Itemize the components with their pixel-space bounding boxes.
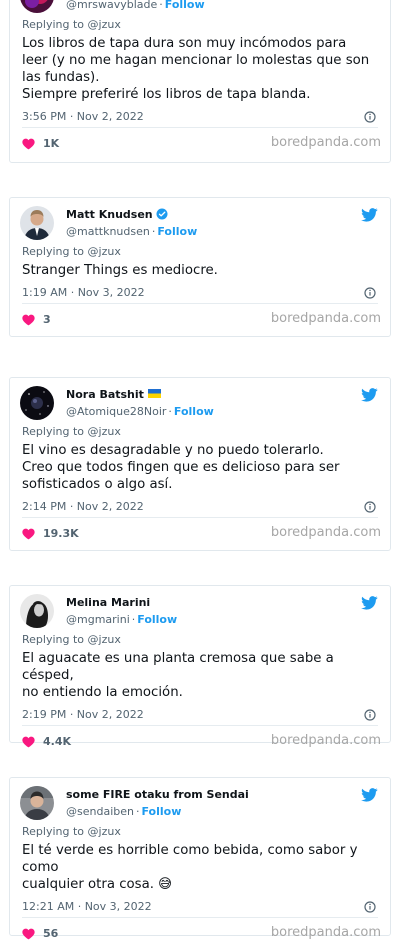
heart-icon[interactable]	[22, 138, 35, 150]
twitter-bird-icon[interactable]	[361, 208, 378, 222]
replying-to: Replying to @jzux	[22, 245, 121, 258]
display-name[interactable]: Matt Knudsen	[66, 208, 153, 221]
timestamp[interactable]: 12:21 AM · Nov 3, 2022	[22, 900, 152, 913]
follow-button[interactable]: Follow	[165, 0, 205, 11]
tweet-footer: 19.3K boredpanda.com	[10, 518, 390, 548]
like-count: 3	[43, 313, 51, 326]
tweet-header: Melina Marini @mgmarini · Follow	[10, 586, 390, 632]
handle-line: @mrswavyblade · Follow	[66, 0, 205, 11]
timestamp[interactable]: 1:19 AM · Nov 3, 2022	[22, 286, 145, 299]
source-watermark: boredpanda.com	[270, 525, 381, 540]
tweet-meta: 1:19 AM · Nov 3, 2022	[22, 283, 378, 304]
info-icon[interactable]	[364, 111, 376, 123]
twitter-bird-icon[interactable]	[361, 596, 378, 610]
source-watermark: boredpanda.com	[270, 135, 381, 150]
follow-button[interactable]: Follow	[141, 805, 181, 818]
replying-to: Replying to @jzux	[22, 825, 121, 838]
display-name[interactable]: some FIRE otaku from Sendai	[66, 788, 249, 801]
tweet-header: Matt Knudsen @mattknudsen · Follow	[10, 198, 390, 244]
tweet-text: El té verde es horrible como bebida, com…	[22, 843, 358, 892]
like-count: 56	[43, 927, 59, 940]
source-watermark: boredpanda.com	[270, 311, 381, 326]
heart-icon[interactable]	[22, 314, 35, 326]
tweet-text: El aguacate es una planta cremosa que sa…	[22, 651, 334, 700]
avatar[interactable]	[20, 206, 54, 240]
handle[interactable]: @mrswavyblade	[66, 0, 157, 11]
tweet-text: Los libros de tapa dura son muy incómodo…	[22, 36, 370, 102]
tweet-meta: 3:56 PM · Nov 2, 2022	[22, 107, 378, 128]
twitter-bird-icon[interactable]	[361, 388, 378, 402]
replying-to: Replying to @jzux	[22, 18, 121, 31]
handle[interactable]: @mattknudsen	[66, 225, 150, 238]
avatar[interactable]	[20, 386, 54, 420]
twitter-bird-icon[interactable]	[361, 788, 378, 802]
ukraine-flag-icon	[147, 389, 161, 398]
handle-line: @mattknudsen · Follow	[66, 225, 198, 238]
avatar[interactable]	[20, 786, 54, 820]
tweet-header: Nora Batshit @Atomique28Noir · Follow	[10, 378, 390, 424]
timestamp[interactable]: 3:56 PM · Nov 2, 2022	[22, 110, 144, 123]
follow-button[interactable]: Follow	[174, 405, 214, 418]
tweet-text: Stranger Things es mediocre.	[22, 263, 218, 278]
info-icon[interactable]	[364, 709, 376, 721]
tweet-card: Matt Knudsen @mattknudsen · Follow Replyin…	[9, 197, 391, 337]
handle[interactable]: @mgmarini	[66, 613, 130, 626]
handle-line: @mgmarini · Follow	[66, 613, 178, 626]
tweet-header: some FIRE otaku from Sendai @sendaiben · F…	[10, 778, 390, 824]
timestamp[interactable]: 2:14 PM · Nov 2, 2022	[22, 500, 144, 513]
tweet-footer: 56 boredpanda.com	[10, 918, 390, 948]
tweet-text: El vino es desagradable y no puedo toler…	[22, 443, 340, 492]
tweet-card: some FIRE otaku from Sendai @sendaiben · F…	[9, 777, 391, 940]
display-name[interactable]: Melina Marini	[66, 596, 150, 609]
heart-icon[interactable]	[22, 528, 35, 540]
replying-to: Replying to @jzux	[22, 425, 121, 438]
tweet-meta: 12:21 AM · Nov 3, 2022	[22, 897, 378, 918]
display-name[interactable]: Nora Batshit	[66, 388, 144, 401]
tweet-meta: 2:19 PM · Nov 2, 2022	[22, 705, 378, 726]
tweet-header: @mrswavyblade · Follow	[10, 0, 390, 17]
info-icon[interactable]	[364, 901, 376, 913]
tweet-footer: 3 boredpanda.com	[10, 304, 390, 334]
handle-line: @Atomique28Noir · Follow	[66, 405, 214, 418]
handle[interactable]: @sendaiben	[66, 805, 134, 818]
follow-button[interactable]: Follow	[137, 613, 177, 626]
like-count: 1K	[43, 137, 60, 150]
timestamp[interactable]: 2:19 PM · Nov 2, 2022	[22, 708, 144, 721]
tweet-card: Melina Marini @mgmarini · Follow Replying …	[9, 585, 391, 748]
display-name-line: Nora Batshit	[66, 388, 161, 401]
tweet-meta: 2:14 PM · Nov 2, 2022	[22, 497, 378, 518]
tweet-card: @mrswavyblade · Follow Replying to @jzux L…	[9, 0, 391, 163]
handle[interactable]: @Atomique28Noir	[66, 405, 166, 418]
follow-button[interactable]: Follow	[157, 225, 197, 238]
tweet-footer: 4.4K boredpanda.com	[10, 726, 390, 756]
source-watermark: boredpanda.com	[270, 733, 381, 748]
like-count: 4.4K	[43, 735, 72, 748]
source-watermark: boredpanda.com	[270, 925, 381, 940]
replying-to: Replying to @jzux	[22, 633, 121, 646]
tweet-card: Nora Batshit @Atomique28Noir · Follow Repl…	[9, 377, 391, 551]
handle-line: @sendaiben · Follow	[66, 805, 182, 818]
display-name-line: Melina Marini	[66, 596, 150, 609]
verified-badge-icon	[156, 208, 168, 220]
like-count: 19.3K	[43, 527, 79, 540]
info-icon[interactable]	[364, 501, 376, 513]
display-name-line: some FIRE otaku from Sendai	[66, 788, 249, 801]
avatar[interactable]	[20, 594, 54, 628]
tweet-footer: 1K boredpanda.com	[10, 128, 390, 158]
avatar[interactable]	[20, 0, 54, 13]
heart-icon[interactable]	[22, 736, 35, 748]
heart-icon[interactable]	[22, 928, 35, 940]
info-icon[interactable]	[364, 287, 376, 299]
display-name-line: Matt Knudsen	[66, 208, 168, 221]
